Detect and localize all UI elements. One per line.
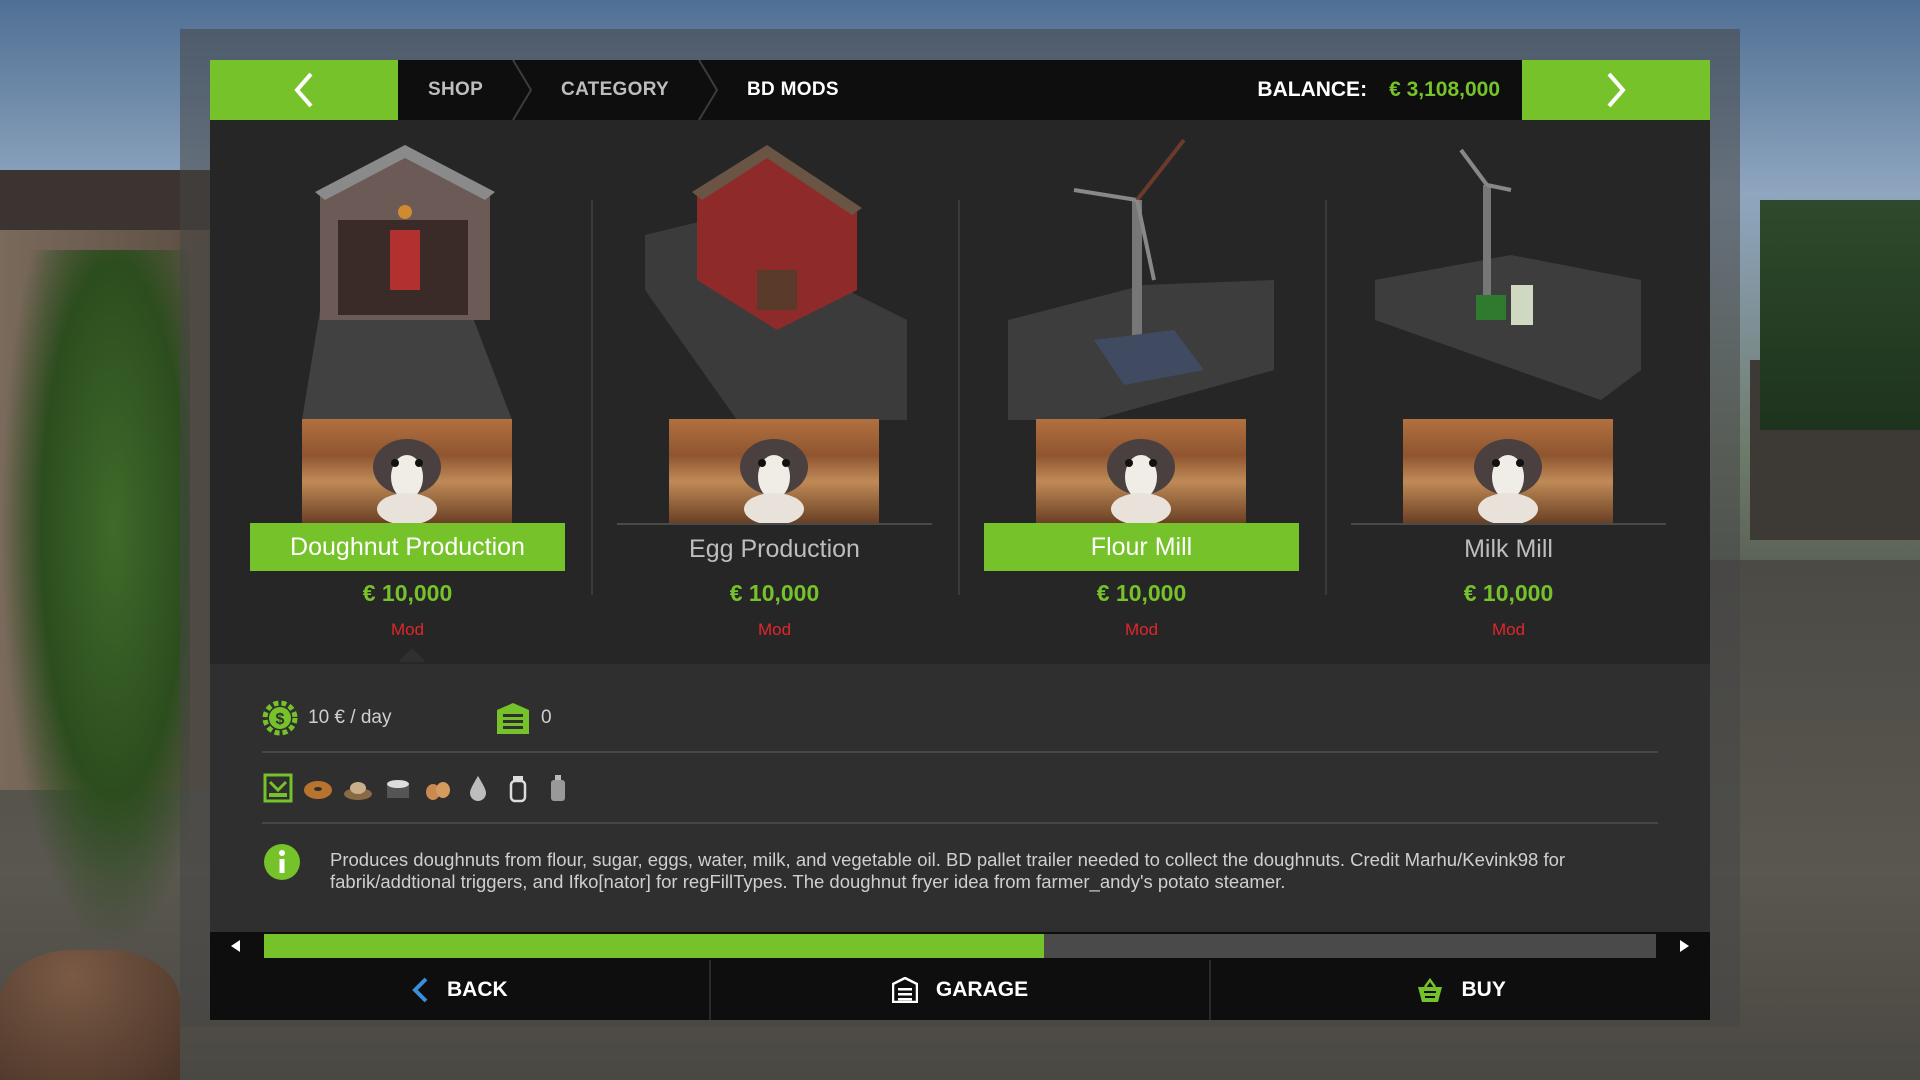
mod-tag: Mod [1491, 620, 1526, 639]
garage-label: GARAGE [935, 978, 1029, 1001]
building-preview-image [302, 145, 512, 420]
basket-icon [1417, 977, 1442, 1002]
eggs-icon [426, 782, 450, 800]
previous-page-button[interactable] [210, 60, 398, 120]
back-label: BACK [447, 978, 508, 1001]
doughnut-icon [304, 781, 332, 799]
triangle-right-icon [1680, 940, 1689, 952]
breadcrumb-category[interactable]: CATEGORY [533, 60, 697, 120]
mod-tag: Mod [390, 620, 425, 639]
upkeep-stat: $ 10 € / day [262, 700, 391, 736]
shop-item-egg-production[interactable]: Egg Production € 10,000 Mod [577, 130, 944, 660]
back-arrow-icon [412, 977, 428, 1003]
next-page-button[interactable] [1522, 60, 1710, 120]
back-button[interactable]: BACK [210, 960, 711, 1020]
milk-icon [509, 776, 527, 803]
puppy-image [1474, 439, 1542, 523]
building-preview-image [1375, 148, 1641, 400]
chevron-right-icon [1607, 72, 1626, 108]
garage-icon [891, 977, 918, 1003]
info-icon [264, 844, 300, 880]
scroll-track[interactable] [264, 934, 1656, 958]
garage-button[interactable]: GARAGE [711, 960, 1212, 1020]
item-name: Egg Production [617, 523, 932, 573]
garage-icon [497, 703, 529, 734]
item-price: € 10,000 [1096, 580, 1187, 606]
scroll-thumb[interactable] [264, 934, 1044, 958]
owned-stat: 0 [495, 700, 552, 736]
mod-tag: Mod [1124, 620, 1159, 639]
selection-pointer [398, 648, 426, 662]
bottom-action-bar: BACK GARAGE BUY [210, 960, 1710, 1020]
mod-tag: Mod [757, 620, 792, 639]
item-price: € 10,000 [362, 580, 453, 606]
item-name: Milk Mill [1351, 523, 1666, 573]
shop-item-flour-mill[interactable]: Flour Mill € 10,000 Mod [944, 130, 1311, 660]
puppy-image [373, 439, 441, 523]
mod-icon-image [1036, 419, 1246, 523]
shop-item-milk-mill[interactable]: Milk Mill € 10,000 Mod [1311, 130, 1678, 660]
item-name: Doughnut Production [250, 523, 565, 571]
building-preview-image [645, 145, 907, 420]
mod-icon-image [1403, 419, 1613, 523]
shop-item-doughnut-production[interactable]: Doughnut Production € 10,000 Mod [210, 130, 577, 660]
mod-icon-image [302, 419, 512, 523]
background-flower-pot [0, 950, 180, 1080]
owned-count: 0 [541, 707, 552, 728]
item-name: Flour Mill [984, 523, 1299, 571]
puppy-image [1107, 439, 1175, 523]
breadcrumb-shop[interactable]: SHOP [398, 60, 511, 120]
balance-value: € 3,108,000 [1389, 78, 1500, 101]
balance-display: BALANCE: € 3,108,000 [1200, 60, 1500, 120]
silo-icon [263, 773, 293, 803]
puppy-image [740, 439, 808, 523]
water-icon [470, 776, 486, 801]
flour-icon [344, 782, 372, 800]
buy-label: BUY [1461, 978, 1506, 1001]
breadcrumb: SHOP CATEGORY BD MODS [398, 60, 867, 120]
detail-divider [262, 751, 1658, 753]
item-scrollbar[interactable] [210, 932, 1710, 960]
breadcrumb-separator-icon [698, 60, 719, 120]
breadcrumb-bd-mods: BD MODS [747, 79, 839, 100]
background-bush [0, 250, 190, 950]
money-gear-icon: $ [262, 700, 298, 736]
triangle-left-icon [231, 940, 240, 952]
building-preview-image [1008, 138, 1274, 420]
sugar-icon [387, 780, 409, 798]
item-price: € 10,000 [1463, 580, 1554, 606]
upkeep-value: 10 € / day [308, 707, 392, 728]
chevron-left-icon [294, 72, 313, 108]
background-trees [1760, 200, 1920, 430]
buy-button[interactable]: BUY [1211, 960, 1710, 1020]
scroll-right-button[interactable] [1658, 932, 1710, 960]
breadcrumb-separator-icon [512, 60, 533, 120]
item-description: Produces doughnuts from flour, sugar, eg… [330, 849, 1566, 892]
balance-label: BALANCE: [1257, 78, 1368, 101]
scroll-left-button[interactable] [210, 932, 262, 960]
detail-divider [262, 822, 1658, 824]
oil-icon [551, 775, 565, 801]
item-price: € 10,000 [729, 580, 820, 606]
svg-text:$: $ [276, 711, 285, 728]
mod-icon-image [669, 419, 879, 523]
fill-types-row [262, 768, 574, 808]
